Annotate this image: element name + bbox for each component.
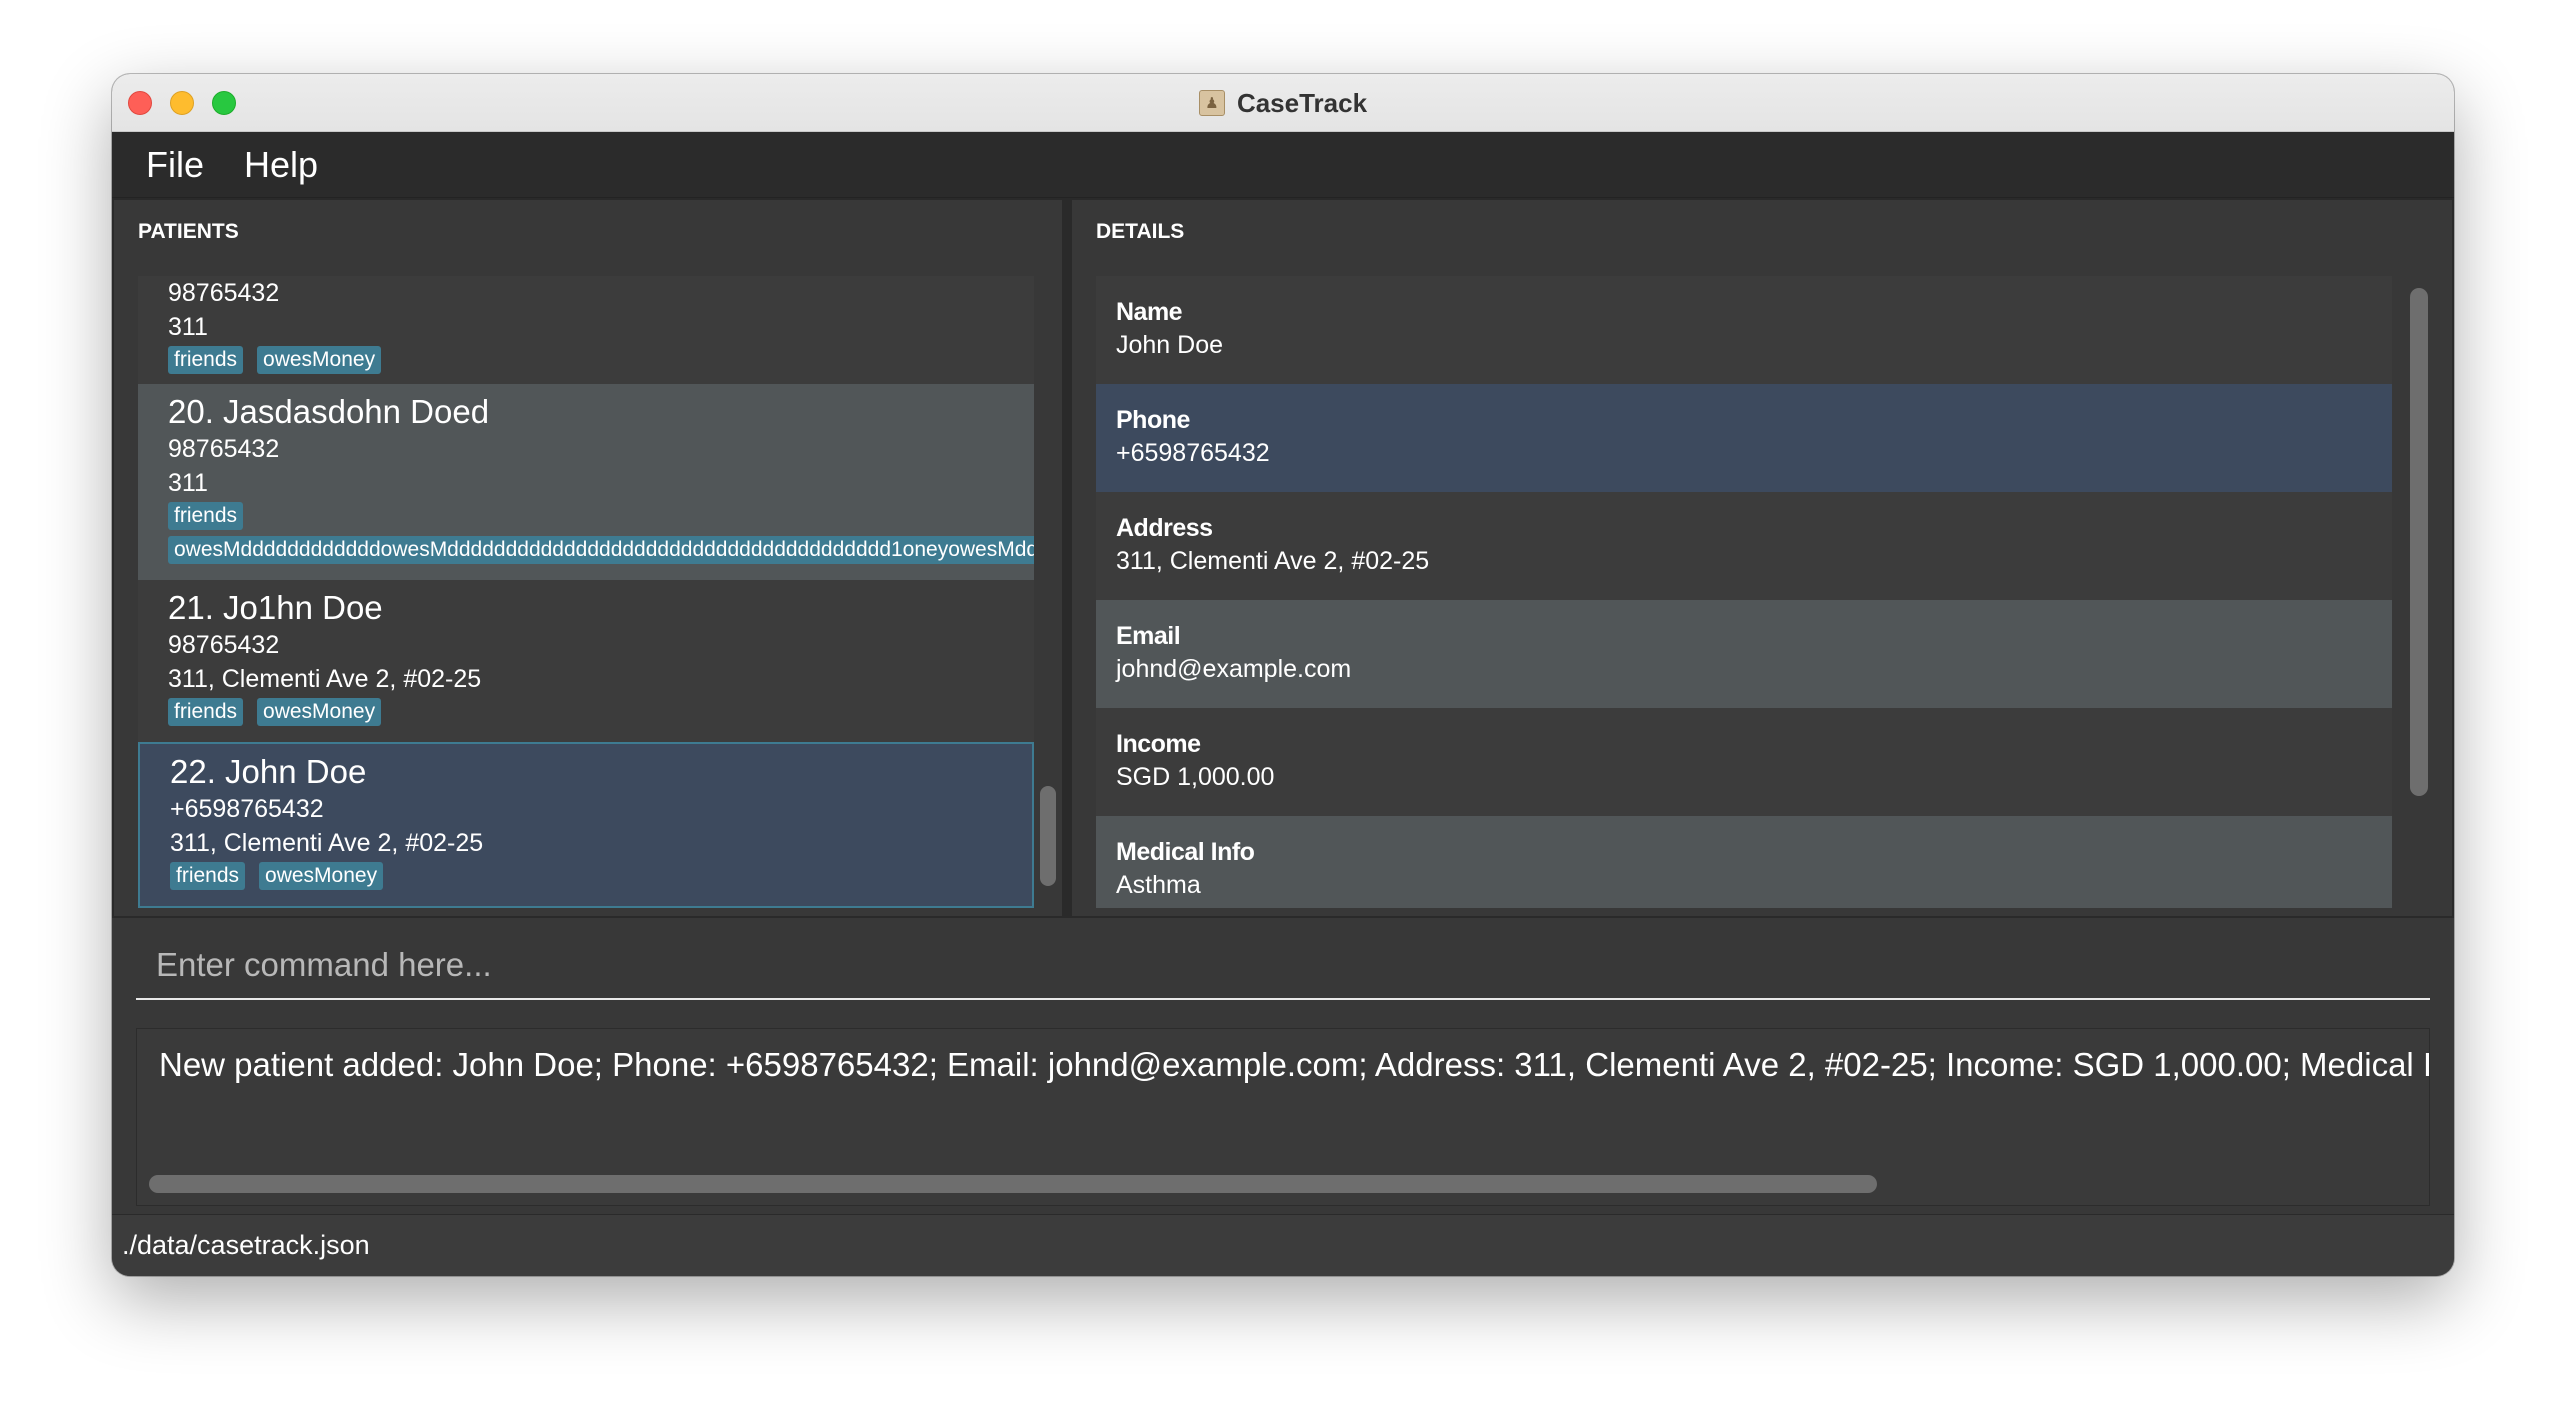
detail-label: Address [1116, 514, 1213, 542]
menu-bar: File Help [112, 132, 2454, 198]
patient-phone: 98765432 [168, 631, 280, 659]
detail-label: Phone [1116, 406, 1190, 434]
patient-address: 311, Clementi Ave 2, #02-25 [170, 829, 484, 857]
person-badge-icon: ♟ [1198, 90, 1225, 116]
patient-card[interactable]: 20. Jasdasdohn Doed 98765432 311 friends… [138, 384, 1034, 580]
detail-value: John Doe [1116, 331, 1224, 359]
detail-row-income[interactable]: Income SGD 1,000.00 [1096, 708, 2392, 816]
result-text: New patient added: John Doe; Phone: +659… [159, 1046, 2430, 1083]
patient-tags: friends [168, 502, 1034, 530]
patient-phone: +6598765432 [170, 795, 324, 823]
menu-file[interactable]: File [146, 144, 204, 186]
detail-value: SGD 1,000.00 [1116, 763, 1275, 791]
patient-name: 21. Jo1hn Doe [168, 589, 383, 626]
detail-label: Income [1116, 730, 1201, 758]
result-display[interactable]: New patient added: John Doe; Phone: +659… [136, 1028, 2430, 1206]
patient-card[interactable]: 98765432 311 friends owesMoney [138, 276, 1034, 384]
patient-name: 22. John Doe [170, 753, 367, 790]
command-input[interactable] [136, 932, 2430, 1000]
patient-phone: 98765432 [168, 435, 280, 463]
patients-pane: PATIENTS 98765432 311 friends owesMoney … [112, 198, 1064, 918]
patient-tags: friends owesMoney [170, 862, 1032, 890]
patients-header: PATIENTS [138, 220, 239, 243]
patient-address: 311 [168, 313, 208, 341]
patient-list[interactable]: 98765432 311 friends owesMoney 20. Jasda… [138, 276, 1034, 908]
patient-tags-long: owesMddddddddddddowesMdddddddddddddddddd… [168, 536, 1034, 564]
menu-help[interactable]: Help [244, 144, 318, 186]
tag: owesMoney [259, 862, 384, 890]
detail-row-phone[interactable]: Phone +6598765432 [1096, 384, 2392, 492]
patient-tags: friends owesMoney [168, 698, 1034, 726]
details-list: Name John Doe Phone +6598765432 Address … [1096, 276, 2392, 908]
detail-value: +6598765432 [1116, 439, 1270, 467]
detail-row-address[interactable]: Address 311, Clementi Ave 2, #02-25 [1096, 492, 2392, 600]
patient-list-scrollbar[interactable] [1040, 786, 1056, 886]
detail-value: Asthma [1116, 871, 1201, 899]
title-bar: ♟ CaseTrack [112, 74, 2454, 132]
detail-label: Email [1116, 622, 1181, 650]
detail-value: 311, Clementi Ave 2, #02-25 [1116, 547, 1430, 575]
details-scrollbar[interactable] [2410, 288, 2428, 796]
tag: friends [168, 346, 244, 374]
tag: owesMoney [257, 698, 382, 726]
patient-address: 311, Clementi Ave 2, #02-25 [168, 665, 482, 693]
save-location: ./data/casetrack.json [122, 1230, 370, 1260]
details-header: DETAILS [1096, 220, 1185, 243]
patient-card[interactable]: 21. Jo1hn Doe 98765432 311, Clementi Ave… [138, 580, 1034, 742]
app-window: ♟ CaseTrack File Help PATIENTS 98765432 … [112, 74, 2454, 1276]
detail-label: Name [1116, 298, 1183, 326]
detail-value: johnd@example.com [1116, 655, 1352, 683]
detail-row-email[interactable]: Email johnd@example.com [1096, 600, 2392, 708]
tag: owesMddddddddddddowesMdddddddddddddddddd… [168, 536, 1034, 564]
detail-row-medical-info[interactable]: Medical Info Asthma [1096, 816, 2392, 908]
result-horizontal-scrollbar[interactable] [149, 1175, 1877, 1193]
patient-name: 20. Jasdasdohn Doed [168, 393, 490, 430]
result-box: New patient added: John Doe; Phone: +659… [112, 1018, 2454, 1214]
status-bar: ./data/casetrack.json [112, 1214, 2454, 1276]
detail-label: Medical Info [1116, 838, 1255, 866]
patient-phone: 98765432 [168, 279, 280, 307]
detail-row-name[interactable]: Name John Doe [1096, 276, 2392, 384]
patient-card-selected[interactable]: 22. John Doe +6598765432 311, Clementi A… [138, 742, 1034, 908]
command-box [112, 918, 2454, 1018]
main-panes: PATIENTS 98765432 311 friends owesMoney … [112, 198, 2454, 918]
details-pane: DETAILS Name John Doe Phone +6598765432 … [1070, 198, 2454, 918]
tag: owesMoney [257, 346, 382, 374]
tag: friends [170, 862, 246, 890]
tag: friends [168, 698, 244, 726]
window-title: CaseTrack [1236, 87, 1368, 118]
patient-address: 311 [168, 469, 208, 497]
patient-tags: friends owesMoney [168, 346, 1034, 374]
tag: friends [168, 502, 244, 530]
